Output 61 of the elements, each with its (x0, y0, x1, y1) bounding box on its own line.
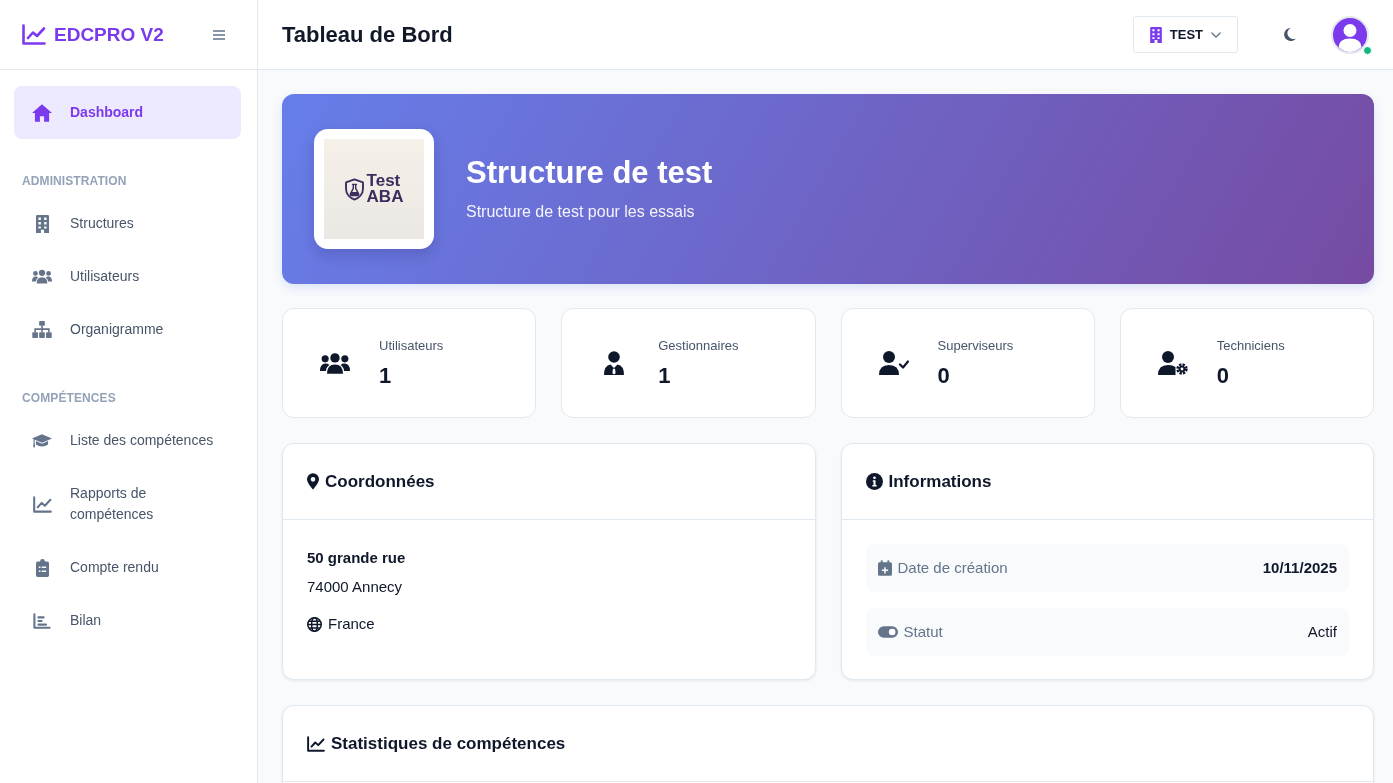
user-gear-icon (1157, 351, 1188, 375)
stat-value: 0 (1216, 363, 1229, 389)
stat-label: Utilisateurs (379, 337, 444, 355)
logo-text: Test (366, 173, 402, 189)
info-label: Statut (903, 622, 943, 642)
menu-icon (213, 29, 225, 40)
nav-item[interactable]: Compte rendu (14, 541, 241, 594)
line-chart-icon (307, 735, 325, 752)
nav-item[interactable]: Rapports de compétences (14, 467, 241, 541)
toggle-icon (877, 626, 898, 638)
stat-value: 1 (658, 363, 671, 389)
info-value: 10/11/2025 (1262, 558, 1337, 578)
stat-value: 0 (937, 363, 950, 389)
brand-name: EDCPRO V2 (54, 22, 164, 47)
nav-item[interactable]: Structures (14, 197, 241, 250)
building-icon (35, 214, 49, 233)
info-label: Date de création (897, 558, 1008, 578)
info-value: Actif (1307, 622, 1337, 642)
users-icon (32, 269, 52, 284)
nav-item[interactable]: Liste des compétences (14, 414, 241, 467)
globe-icon (307, 616, 322, 632)
home-icon (32, 103, 52, 122)
nav-item[interactable]: Dashboard (14, 86, 241, 139)
avatar-icon (1331, 15, 1369, 54)
stat-label: Techniciens (1216, 337, 1285, 355)
info-icon (865, 473, 883, 490)
user-tie-icon (604, 351, 625, 375)
building-icon (1149, 26, 1162, 43)
bar-chart-icon (33, 612, 51, 629)
hero-title: Structure de test (466, 155, 713, 191)
stat-value: 1 (379, 363, 392, 389)
nav-item[interactable]: Utilisateurs (14, 250, 241, 303)
hero-subtitle: Structure de test pour les essais (466, 202, 696, 222)
card-title: Coordonnées (325, 470, 435, 493)
logo-text: ABA (366, 189, 404, 205)
address-city: 74000 Annecy (307, 577, 403, 597)
chevron-down-icon (1211, 31, 1221, 38)
stat-label: Superviseurs (937, 337, 1014, 355)
card-title: Informations (888, 470, 992, 493)
sitemap-icon (32, 321, 52, 338)
shield-flask-icon (344, 177, 364, 201)
card-title: Statistiques de compétences (331, 732, 566, 755)
stat-label: Gestionnaires (658, 337, 739, 355)
page-title: Tableau de Bord (282, 20, 453, 49)
calendar-plus-icon (877, 560, 892, 576)
address-country: France (328, 614, 375, 634)
nav-item[interactable]: Organigramme (14, 303, 241, 356)
user-menu-button[interactable] (1331, 15, 1369, 54)
nav-item[interactable]: Bilan (14, 594, 241, 647)
nav-section-heading: ADMINISTRATION (21, 173, 128, 190)
user-check-icon (878, 351, 909, 375)
users-icon (320, 352, 350, 374)
graduation-cap-icon (32, 432, 52, 449)
moon-icon (1284, 28, 1296, 41)
clipboard-icon (35, 558, 49, 577)
map-pin-icon (307, 473, 319, 490)
address-street: 50 grande rue (307, 548, 406, 568)
structure-selector[interactable]: TEST (1132, 16, 1238, 53)
line-chart-icon (22, 24, 46, 45)
nav-section-heading: COMPÉTENCES (21, 389, 117, 407)
line-chart-icon (32, 495, 52, 513)
